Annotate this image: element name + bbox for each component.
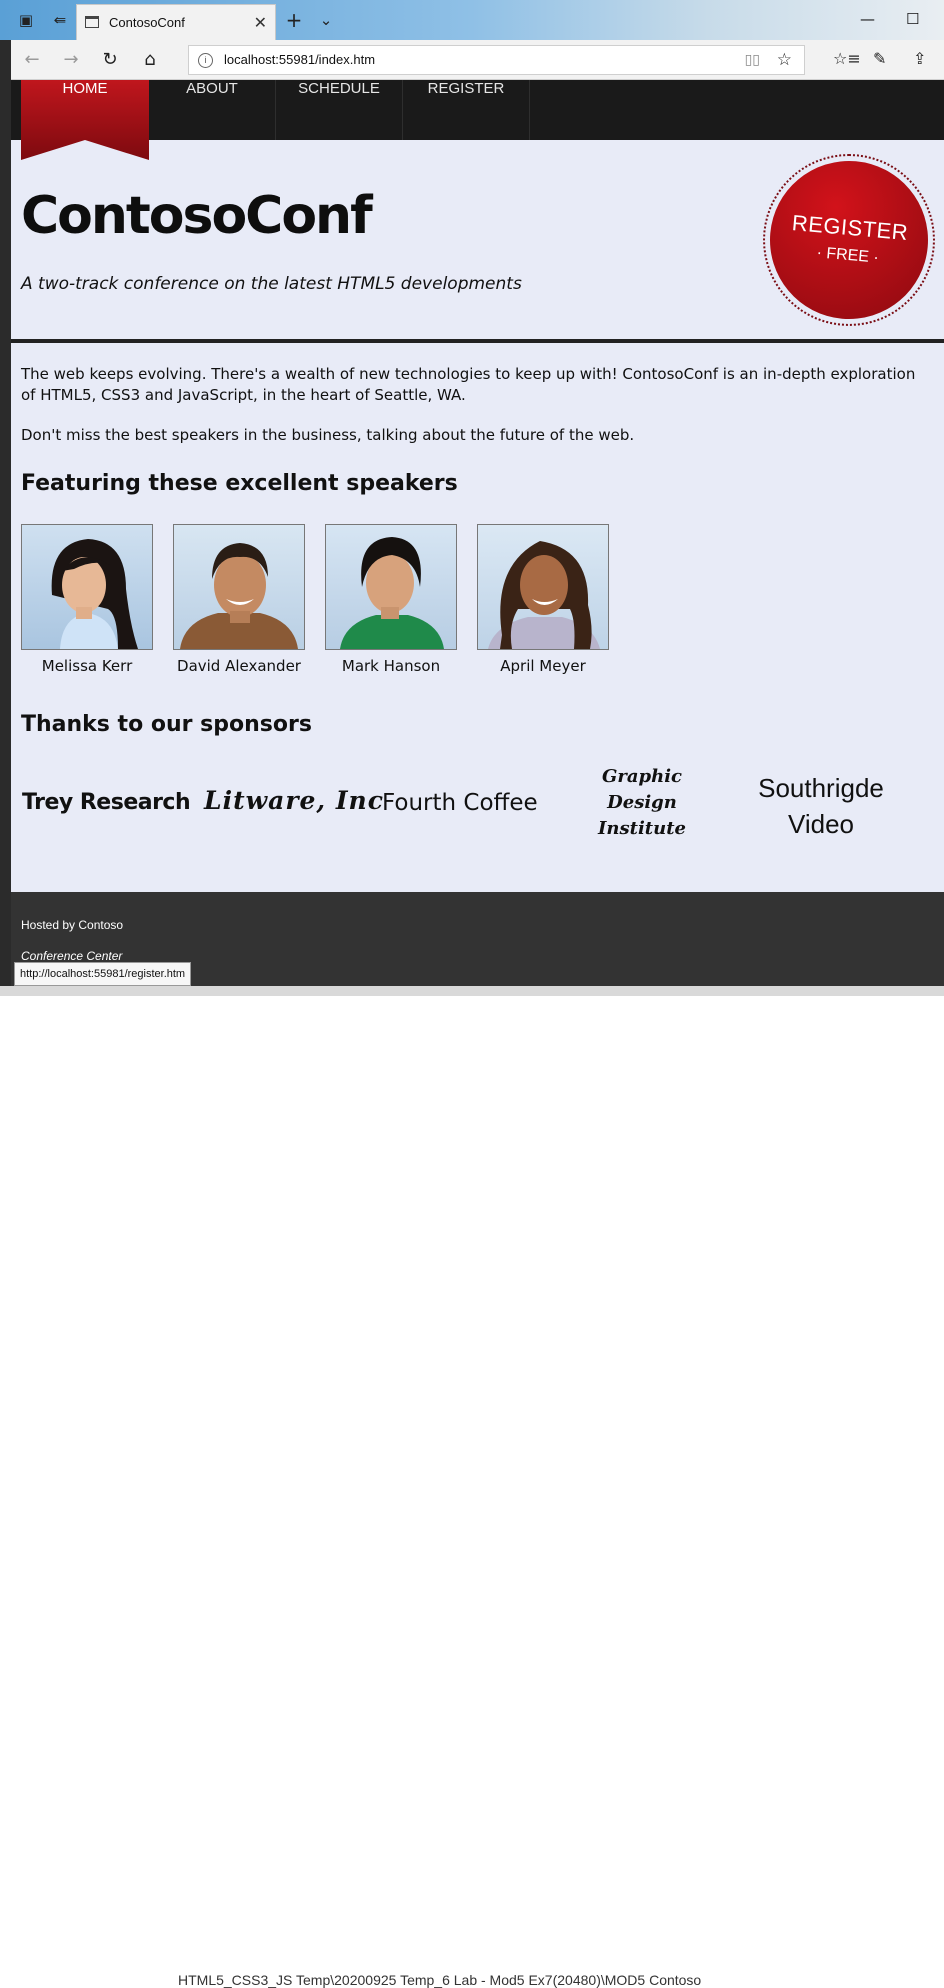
nav-item-register[interactable]: REGISTER <box>403 80 530 140</box>
register-badge-label: REGISTER <box>790 210 910 246</box>
intro-paragraph: The web keeps evolving. There's a wealth… <box>21 365 916 404</box>
site-tagline: A two-track conference on the latest HTM… <box>21 274 522 294</box>
nav-item-about[interactable]: ABOUT <box>149 80 276 140</box>
tabs-aside-icon[interactable]: ▣ <box>14 8 38 32</box>
status-bar-url: http://localhost:55981/register.htm <box>14 962 192 986</box>
url-text: localhost:55981/index.htm <box>224 52 376 67</box>
share-icon[interactable]: ⇪ <box>913 49 926 68</box>
sponsors-heading: Thanks to our sponsors <box>21 712 312 737</box>
favorites-hub-icon[interactable]: ☆≡ <box>833 49 861 68</box>
register-badge[interactable]: REGISTER · FREE · <box>763 154 935 326</box>
sponsor-logo[interactable]: Southrigde Video <box>746 770 896 842</box>
register-badge-circle: REGISTER · FREE · <box>763 154 935 326</box>
speakers-heading: Featuring these excellent speakers <box>21 471 458 496</box>
browser-tab[interactable]: ContosoConf ✕ <box>76 4 276 40</box>
header-divider <box>11 339 944 343</box>
favorite-star-icon[interactable]: ☆ <box>777 50 792 70</box>
close-tab-icon[interactable]: ✕ <box>254 13 267 32</box>
intro-paragraph-2: Don't miss the best speakers in the busi… <box>21 426 635 444</box>
site-nav: HOME ABOUT SCHEDULE REGISTER <box>11 80 944 160</box>
speaker-name: Melissa Kerr <box>41 657 133 675</box>
background-window-bottom: HTML5_CSS3_JS Temp\20200925 Temp_6 Lab -… <box>0 986 944 1988</box>
address-input[interactable]: i localhost:55981/index.htm ▯▯ ☆ <box>188 45 805 75</box>
site-info-icon[interactable]: i <box>198 53 213 68</box>
speaker-photo <box>173 524 305 650</box>
tab-preview-chevron-icon[interactable]: ⌄ <box>314 8 338 32</box>
register-badge-free: · FREE · <box>815 244 880 267</box>
sponsor-logo[interactable]: Graphic Design Institute <box>586 764 698 842</box>
new-tab-icon[interactable]: + <box>282 8 306 32</box>
sponsor-logo[interactable]: Litware, Inc <box>204 786 384 815</box>
speaker-name: Mark Hanson <box>341 657 441 675</box>
sponsor-logo[interactable]: Trey Research <box>22 790 191 815</box>
browser-title-bar: ▣ ⇚ ContosoConf ✕ + ⌄ — ☐ <box>0 0 944 40</box>
site-title: ContosoConf <box>21 186 373 246</box>
nav-item-schedule[interactable]: SCHEDULE <box>276 80 403 140</box>
web-page: HOME ABOUT SCHEDULE REGISTER ContosoConf… <box>11 80 944 986</box>
maximize-icon[interactable]: ☐ <box>906 10 919 28</box>
forward-icon[interactable]: → <box>60 49 82 71</box>
show-tabs-aside-icon[interactable]: ⇚ <box>48 8 72 32</box>
speaker-name: April Meyer <box>500 657 586 675</box>
home-icon[interactable]: ⌂ <box>139 49 161 71</box>
background-window-edge <box>0 0 11 996</box>
speaker-name: David Alexander <box>177 657 301 675</box>
nav-item-home[interactable]: HOME <box>21 80 149 140</box>
minimize-icon[interactable]: — <box>860 10 875 28</box>
footer-venue: Conference Center <box>21 949 123 963</box>
address-toolbar: ← → ↻ ⌂ i localhost:55981/index.htm ▯▯ ☆… <box>11 40 944 80</box>
refresh-icon[interactable]: ↻ <box>99 49 121 71</box>
sponsor-logo[interactable]: Fourth Coffee <box>382 790 538 816</box>
background-window-text: HTML5_CSS3_JS Temp\20200925 Temp_6 Lab -… <box>178 1972 702 1988</box>
speaker-photo <box>325 524 457 650</box>
footer-hosted: Hosted by Contoso <box>21 918 124 932</box>
speaker-photo <box>21 524 153 650</box>
tab-title: ContosoConf <box>109 15 185 30</box>
page-icon <box>85 16 99 28</box>
back-icon[interactable]: ← <box>21 49 43 71</box>
web-note-icon[interactable]: ✎ <box>873 49 886 68</box>
reading-view-icon[interactable]: ▯▯ <box>745 52 760 68</box>
speaker-photo <box>477 524 609 650</box>
